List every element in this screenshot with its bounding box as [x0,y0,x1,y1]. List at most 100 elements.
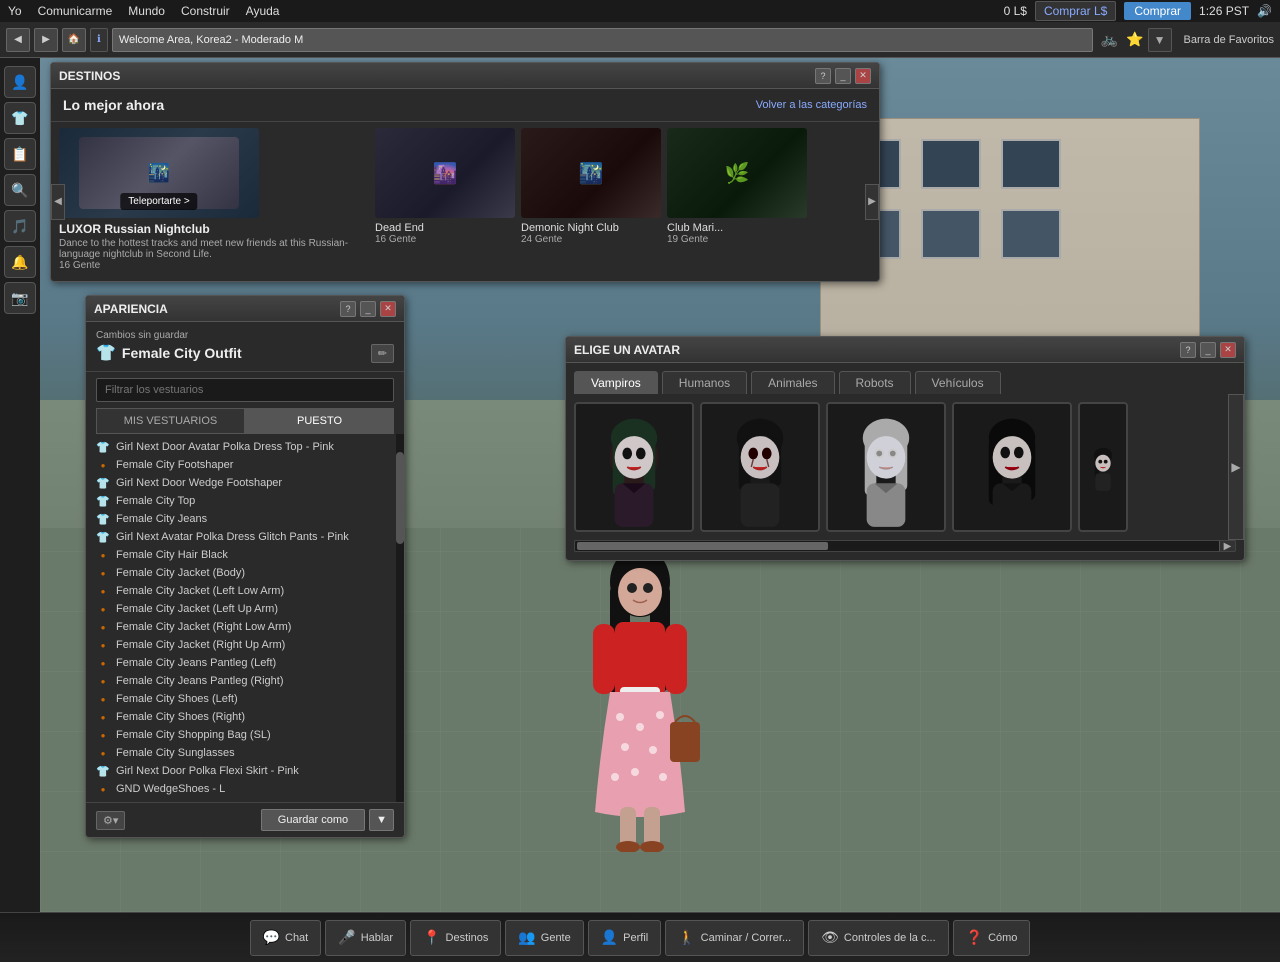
menu-yo[interactable]: Yo [8,4,22,18]
apariencia-minimize-btn[interactable]: _ [360,301,376,317]
address-bar[interactable] [112,28,1093,52]
wardrobe-item[interactable]: 👕 Girl Next Door Polka Flexi Skirt - Pin… [86,762,404,780]
avatar-right-scroll-arrow[interactable]: ▶ [1228,394,1244,540]
camera-controls-button[interactable]: 👁 Controles de la c... [808,920,949,956]
item-dot-icon: ● [96,728,110,742]
gear-settings-button[interactable]: ⚙▾ [96,811,125,830]
avatar-scrollbar[interactable]: ▶ [574,540,1236,552]
tab-animales[interactable]: Animales [751,371,834,394]
tab-vehiculos[interactable]: Vehículos [915,371,1001,394]
avatar-minimize-btn[interactable]: _ [1200,342,1216,358]
avatar-help-btn[interactable]: ? [1180,342,1196,358]
avatar-card-5[interactable] [1078,402,1128,532]
buy-currency-link[interactable]: Comprar L$ [1035,1,1116,21]
wardrobe-item[interactable]: ● Female City Jacket (Body) [86,564,404,582]
wardrobe-item[interactable]: 👕 Female City Jeans [86,510,404,528]
wardrobe-item[interactable]: ● Female City Jacket (Right Up Arm) [86,636,404,654]
wardrobe-item[interactable]: 👕 Girl Next Door Wedge Footshaper [86,474,404,492]
sidebar-camera-icon[interactable]: 📷 [4,282,36,314]
profile-icon: 👤 [601,929,618,946]
destinos-close-btn[interactable]: ✕ [855,68,871,84]
destinos-right-arrow[interactable]: ▶ [865,184,879,220]
destinos-main-card[interactable]: 🌃 Teleportarte > LUXOR Russian Nightclub… [59,128,369,275]
wardrobe-item[interactable]: ● Female City Shoes (Left) [86,690,404,708]
wardrobe-item[interactable]: ● Female City Jacket (Left Up Arm) [86,600,404,618]
apariencia-help-btn[interactable]: ? [340,301,356,317]
wardrobe-item[interactable]: ● Female City Sunglasses [86,744,404,762]
wardrobe-item[interactable]: 👕 Girl Next Avatar Polka Dress Glitch Pa… [86,528,404,546]
destinos-help-btn[interactable]: ? [815,68,831,84]
apariencia-close-btn[interactable]: ✕ [380,301,396,317]
wardrobe-item[interactable]: 👕 Girl Next Door Avatar Polka Dress Top … [86,438,404,456]
profile-button[interactable]: 👤 Perfil [588,920,662,956]
scrollbar-right-arrow[interactable]: ▶ [1219,541,1235,551]
tab-vampiros[interactable]: Vampiros [574,371,658,394]
menu-mundo[interactable]: Mundo [128,4,165,18]
wardrobe-item[interactable]: ● Female City Jeans Pantleg (Right) [86,672,404,690]
place-card-club-mari[interactable]: 🌿 Club Mari... 19 Gente [667,128,807,275]
sidebar-avatar-icon[interactable]: 👤 [4,66,36,98]
destinos-minimize-btn[interactable]: _ [835,68,851,84]
avatar-close-btn[interactable]: ✕ [1220,342,1236,358]
menu-comunicarme[interactable]: Comunicarme [38,4,113,18]
save-dropdown-button[interactable]: ▼ [369,809,394,831]
wardrobe-item[interactable]: ● Female City Shopping Bag (SL) [86,726,404,744]
wardrobe-item[interactable]: ● Female City Hair Black [86,546,404,564]
people-button[interactable]: 👥 Gente [505,920,583,956]
wardrobe-item[interactable]: ● Female City Jeans Pantleg (Left) [86,654,404,672]
destinos-left-arrow[interactable]: ◀ [51,184,65,220]
chat-button[interactable]: 💬 Chat [250,920,322,956]
wardrobe-list: 👕 Girl Next Door Avatar Polka Dress Top … [86,434,404,802]
place-card-dead-end[interactable]: 🌆 Dead End 16 Gente [375,128,515,275]
item-shirt-icon: 👕 [96,764,110,778]
buy-button[interactable]: Comprar [1124,2,1191,20]
sidebar-notifications-icon[interactable]: 🔔 [4,246,36,278]
forward-button[interactable]: ▶ [34,28,58,52]
destinos-section-title: Lo mejor ahora [63,97,164,113]
avatar-card-2[interactable] [700,402,820,532]
back-button[interactable]: ◀ [6,28,30,52]
navigation-bar: ◀ ▶ 🏠 ℹ 🚲 ⭐ ▼ Barra de Favoritos [0,22,1280,58]
avatar-card-1[interactable] [574,402,694,532]
wardrobe-item[interactable]: ● Female City Footshaper [86,456,404,474]
destinos-back-link[interactable]: Volver a las categorías [756,99,867,111]
wardrobe-item[interactable]: 👕 Female City Top [86,492,404,510]
destinations-button[interactable]: 📍 Destinos [410,920,501,956]
main-place-name: LUXOR Russian Nightclub [59,222,369,236]
avatar-scrollbar-thumb[interactable] [577,542,828,550]
edit-outfit-button[interactable]: ✏ [371,344,394,363]
scroll-thumb[interactable] [396,452,404,544]
save-as-button[interactable]: Guardar como [261,809,365,831]
world-avatar [565,532,715,832]
tab-puesto[interactable]: PUESTO [245,408,394,434]
avatar-grid: ▶ [566,394,1244,540]
wardrobe-item[interactable]: ● GND WedgeShoes - L [86,780,404,798]
menu-construir[interactable]: Construir [181,4,230,18]
sidebar-music-icon[interactable]: 🎵 [4,210,36,242]
apariencia-titlebar: APARIENCIA ? _ ✕ [86,296,404,322]
walk-run-button[interactable]: 🚶 Caminar / Correr... [665,920,804,956]
item-dot-icon: ● [96,548,110,562]
wardrobe-search-input[interactable] [96,378,394,402]
wardrobe-item[interactable]: ● Female City Jacket (Right Low Arm) [86,618,404,636]
sidebar-inventory-icon[interactable]: 📋 [4,138,36,170]
wardrobe-item[interactable]: ● Female City Jacket (Left Low Arm) [86,582,404,600]
sidebar-clothing-icon[interactable]: 👕 [4,102,36,134]
menu-ayuda[interactable]: Ayuda [246,4,280,18]
wardrobe-item[interactable]: ● Female City Shoes (Right) [86,708,404,726]
help-button[interactable]: ❓ Cómo [953,920,1031,956]
tab-mis-vestuarios[interactable]: MIS VESTUARIOS [96,408,245,434]
place-card-demonic[interactable]: 🌃 Demonic Night Club 24 Gente [521,128,661,275]
outfit-name-row: 👕 Female City Outfit ✏ [96,343,394,363]
tab-robots[interactable]: Robots [839,371,911,394]
talk-button[interactable]: 🎤 Hablar [325,920,406,956]
people-label: Gente [541,932,571,944]
tab-humanos[interactable]: Humanos [662,371,747,394]
teleport-button[interactable]: Teleportarte > [120,193,197,210]
avatar-card-3[interactable] [826,402,946,532]
sidebar-search-icon[interactable]: 🔍 [4,174,36,206]
home-button[interactable]: 🏠 [62,28,86,52]
avatar-card-4[interactable] [952,402,1072,532]
item-dot-icon: ● [96,638,110,652]
sound-icon[interactable]: 🔊 [1257,4,1272,18]
